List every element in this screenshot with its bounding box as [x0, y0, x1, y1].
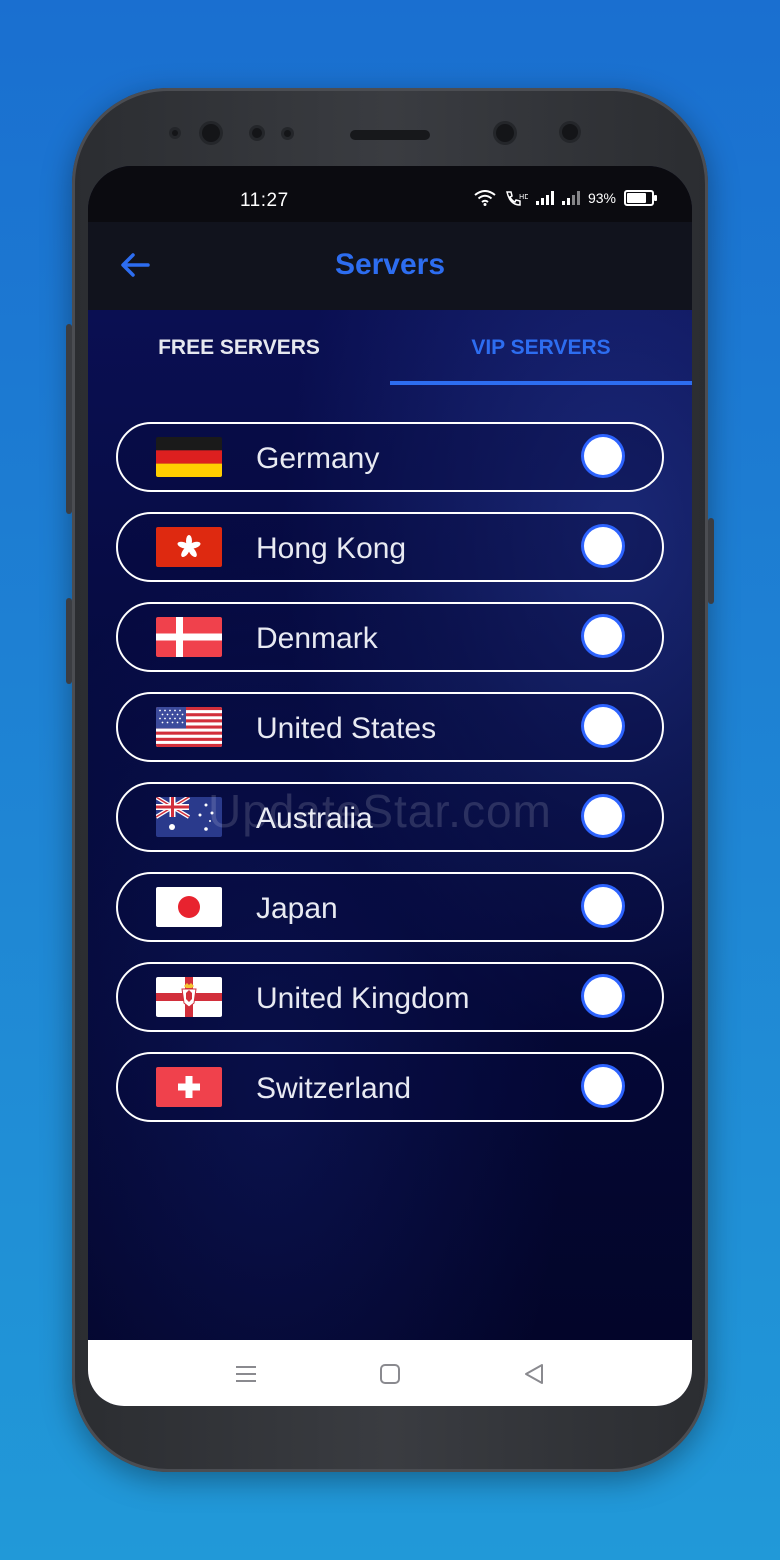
germany-flag-icon — [156, 437, 222, 477]
server-radio-button[interactable] — [584, 617, 622, 655]
watermark: UpdateStar.com — [208, 785, 552, 837]
denmark-flag-icon — [156, 617, 222, 657]
volume-button — [66, 324, 72, 514]
server-radio-button[interactable] — [584, 887, 622, 925]
server-item-japan[interactable]: Japan — [116, 872, 664, 942]
power-button — [708, 518, 714, 604]
light-sensor — [252, 128, 262, 138]
servers-content: FREE SERVERS VIP SERVERS Germany Hong Ko… — [88, 310, 692, 1340]
page-title: Servers — [334, 248, 446, 281]
server-country-label: Hong Kong — [256, 532, 407, 565]
back-nav-icon[interactable] — [522, 1362, 546, 1386]
phone-frame: 11:27 HD 93% Servers FREE SERVERS VIP SE… — [66, 88, 714, 1472]
server-country-label: Japan — [256, 892, 338, 925]
server-radio-button[interactable] — [584, 977, 622, 1015]
signal-strength-2-icon — [561, 191, 580, 205]
ir-sensor — [284, 130, 291, 137]
server-item-switzerland[interactable]: Switzerland — [116, 1052, 664, 1122]
server-item-denmark[interactable]: Denmark — [116, 602, 664, 672]
volte-call-icon: HD — [506, 191, 528, 206]
phone-screen: 11:27 HD 93% Servers FREE SERVERS VIP SE… — [88, 166, 692, 1406]
server-country-label: Switzerland — [256, 1072, 412, 1105]
server-list: Germany Hong Kong Denmark United States … — [116, 422, 664, 1142]
server-item-germany[interactable]: Germany — [116, 422, 664, 492]
server-country-label: Denmark — [256, 622, 378, 655]
server-item-hong-kong[interactable]: Hong Kong — [116, 512, 664, 582]
flash-sensor — [562, 124, 578, 140]
side-button — [66, 598, 72, 684]
switzerland-flag-icon — [156, 1067, 222, 1107]
system-nav-bar — [88, 1340, 692, 1406]
earpiece-speaker — [350, 130, 430, 140]
tab-free-servers[interactable]: FREE SERVERS — [88, 310, 390, 386]
server-country-label: United Kingdom — [256, 982, 470, 1015]
tab-vip-servers[interactable]: VIP SERVERS — [390, 310, 692, 386]
app-bar: Servers — [88, 222, 692, 310]
united-states-flag-icon — [156, 707, 222, 747]
japan-flag-icon — [156, 887, 222, 927]
server-radio-button[interactable] — [584, 437, 622, 475]
hong-kong-flag-icon — [156, 527, 222, 567]
signal-strength-icon — [535, 191, 554, 205]
server-radio-button[interactable] — [584, 707, 622, 745]
tab-indicator — [390, 381, 692, 385]
server-item-united-kingdom[interactable]: United Kingdom — [116, 962, 664, 1032]
status-time: 11:27 — [240, 190, 289, 211]
server-country-label: United States — [256, 712, 437, 745]
secondary-camera — [496, 124, 514, 142]
server-tabs: FREE SERVERS VIP SERVERS — [88, 310, 692, 386]
proximity-sensor — [172, 130, 178, 136]
battery-icon — [624, 190, 657, 206]
home-nav-icon[interactable] — [378, 1362, 402, 1386]
front-camera — [202, 124, 220, 142]
server-radio-button[interactable] — [584, 1067, 622, 1105]
server-radio-button[interactable] — [584, 527, 622, 565]
united-kingdom-flag-icon — [156, 977, 222, 1017]
server-item-united-states[interactable]: United States — [116, 692, 664, 762]
server-radio-button[interactable] — [584, 797, 622, 835]
battery-percent: 93% — [587, 190, 616, 206]
status-icons: HD 93% — [474, 190, 657, 206]
status-bar: 11:27 HD 93% — [88, 166, 692, 222]
svg-text:HD: HD — [519, 193, 528, 201]
server-country-label: Germany — [256, 442, 380, 475]
wifi-icon — [474, 190, 496, 206]
battery-fill — [627, 193, 646, 203]
menu-nav-icon[interactable] — [234, 1362, 258, 1386]
